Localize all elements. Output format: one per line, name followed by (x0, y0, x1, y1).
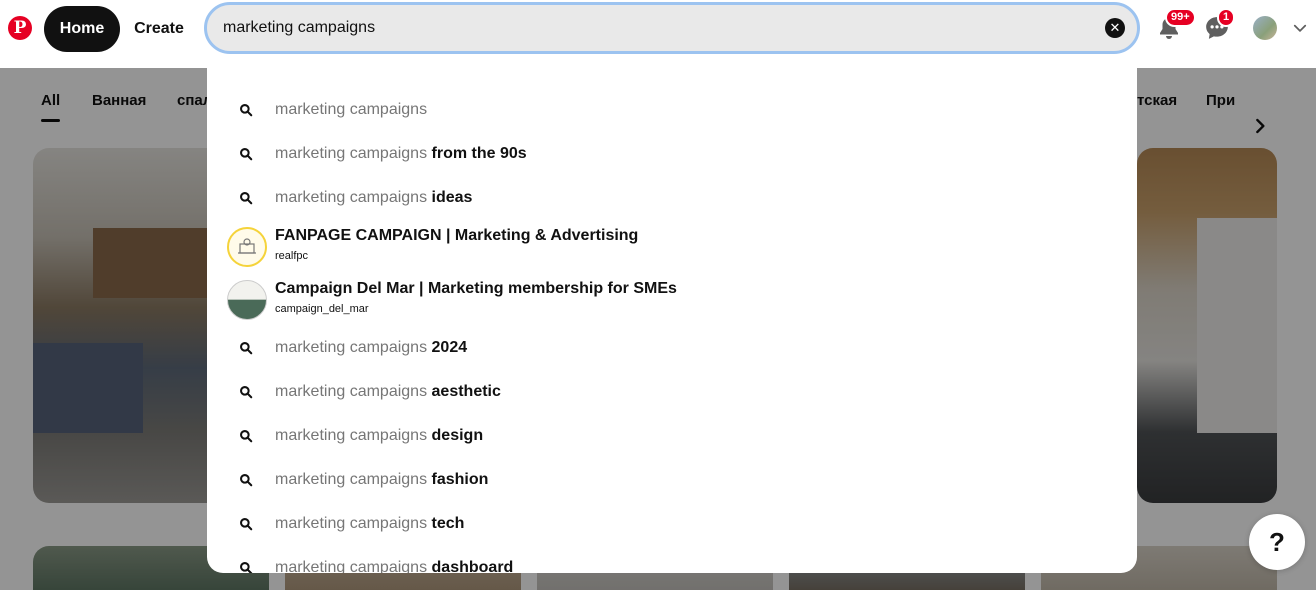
notifications-button[interactable]: 99+ (1153, 8, 1196, 44)
suggestion-completion: 2024 (427, 339, 468, 356)
board-title: FANPAGE CAMPAIGN | Marketing & Advertisi… (275, 227, 639, 244)
suggestion-item[interactable]: marketing campaigns aesthetic (207, 370, 1137, 414)
suggestion-item[interactable]: marketing campaigns from the 90s (207, 132, 1137, 176)
suggestion-completion: tech (427, 515, 465, 532)
messages-badge: 1 (1217, 8, 1236, 27)
account-menu-button[interactable] (1290, 18, 1310, 38)
suggestion-query: marketing campaigns (275, 559, 428, 573)
suggestion-query: marketing campaigns (275, 383, 428, 400)
suggestion-item[interactable]: marketing campaigns fashion (207, 458, 1137, 502)
board-owner: campaign_del_mar (275, 303, 369, 315)
board-suggestion-item[interactable]: FANPAGE CAMPAIGN | Marketing & Advertisi… (207, 220, 1137, 272)
messages-button[interactable]: 1 (1201, 8, 1236, 44)
notifications-badge: 99+ (1165, 8, 1196, 27)
suggestion-query: marketing campaigns (275, 471, 428, 488)
campaign-logo-icon (238, 238, 256, 254)
board-thumbnail (227, 280, 267, 320)
top-header: P Home Create ✕ 99+ 1 (0, 0, 1316, 68)
suggestion-item[interactable]: marketing campaigns design (207, 414, 1137, 458)
search-icon (240, 518, 253, 531)
search-icon (240, 192, 253, 205)
suggestion-query: marketing campaigns (275, 189, 428, 206)
search-icon (240, 430, 253, 443)
suggestion-completion: aesthetic (427, 383, 501, 400)
clear-icon[interactable]: ✕ (1105, 18, 1125, 38)
search-icon (240, 386, 253, 399)
board-owner: realfpc (275, 250, 309, 262)
chevron-down-icon (1293, 24, 1307, 32)
search-bar[interactable]: ✕ (204, 2, 1140, 54)
suggestion-query: marketing campaigns (275, 145, 428, 162)
suggestion-item[interactable]: marketing campaigns 2024 (207, 326, 1137, 370)
board-thumbnail (227, 227, 267, 267)
suggestion-query: marketing campaigns (275, 339, 428, 356)
suggestion-query: marketing campaigns (275, 427, 428, 444)
suggestion-query: marketing campaigns (275, 515, 428, 532)
suggestion-completion: fashion (427, 471, 489, 488)
suggestion-item[interactable]: marketing campaigns ideas (207, 176, 1137, 220)
search-icon (240, 474, 253, 487)
help-button[interactable]: ? (1249, 514, 1305, 570)
avatar[interactable] (1253, 16, 1277, 40)
search-input[interactable] (223, 5, 1083, 51)
suggestion-completion: design (427, 427, 484, 444)
suggestion-completion: ideas (427, 189, 473, 206)
suggestion-completion: dashboard (427, 559, 514, 573)
home-button[interactable]: Home (44, 6, 120, 52)
suggestion-item[interactable]: marketing campaigns tech (207, 502, 1137, 546)
search-suggestions-dropdown: marketing campaigns marketing campaigns … (207, 68, 1137, 573)
pinterest-logo-icon[interactable]: P (8, 16, 32, 40)
suggestion-item[interactable]: marketing campaigns dashboard (207, 546, 1137, 573)
create-button[interactable]: Create (124, 6, 194, 52)
board-suggestion-item[interactable]: Campaign Del Mar | Marketing membership … (207, 273, 1137, 325)
search-icon (240, 148, 253, 161)
search-icon (240, 342, 253, 355)
suggestion-query: marketing campaigns (275, 101, 428, 118)
board-title: Campaign Del Mar | Marketing membership … (275, 280, 677, 297)
suggestion-item[interactable]: marketing campaigns (207, 88, 1137, 132)
suggestion-completion: from the 90s (427, 145, 527, 162)
search-icon (240, 562, 253, 573)
search-icon (240, 104, 253, 117)
